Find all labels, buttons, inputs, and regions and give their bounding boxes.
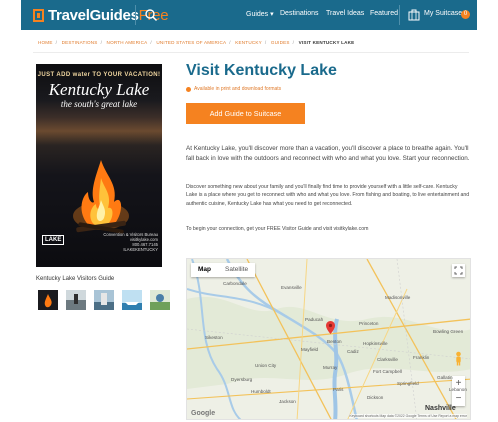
breadcrumb-kentucky[interactable]: KENTUCKY: [235, 40, 262, 45]
location-marker-icon[interactable]: [326, 321, 335, 334]
availability-text: Available in print and download formats: [194, 86, 282, 92]
nav-item-destinations[interactable]: Destinations: [280, 10, 319, 17]
map-tab-map[interactable]: Map: [191, 263, 218, 277]
description-paragraph-1: At Kentucky Lake, you'll discover more t…: [186, 145, 470, 162]
availability-dot-icon: [186, 86, 191, 92]
fullscreen-icon[interactable]: [452, 264, 465, 277]
google-logo: Google: [191, 410, 216, 417]
top-navigation-bar: TravelGuidesFree Guides ▾ Destinations T…: [21, 0, 477, 30]
map-place-label: Hopkinsville: [363, 341, 388, 346]
map-place-label: Sikeston: [205, 335, 223, 340]
cover-subtitle: the south's great lake: [60, 99, 138, 109]
gallery-thumbnail[interactable]: [150, 290, 170, 310]
cover-tagline: JUST ADD water TO YOUR VACATION!: [37, 72, 161, 78]
zoom-out-button[interactable]: −: [452, 391, 465, 406]
map-place-label: Dickson: [367, 395, 384, 400]
map-place-label: Nashville: [425, 405, 456, 412]
divider: [33, 52, 469, 53]
street-view-pegman-icon[interactable]: [453, 351, 464, 366]
map-place-label: Carbondale: [223, 281, 247, 286]
page-title: Visit Kentucky Lake: [186, 62, 337, 79]
suitcase-icon[interactable]: [408, 9, 420, 21]
map-place-label: Fort Campbell: [373, 369, 402, 374]
map-place-label: Franklin: [413, 355, 430, 360]
campfire-illustration: [73, 160, 129, 234]
map-place-label: Union City: [255, 363, 277, 368]
nav-item-travel-ideas[interactable]: Travel Ideas: [326, 10, 364, 17]
cover-info: Convention & Visitors Bureau visitkylake…: [103, 232, 158, 252]
map-place-label: Lebanon: [449, 387, 467, 392]
breadcrumb-north-america[interactable]: NORTH AMERICA: [107, 40, 148, 45]
nav-divider: [399, 5, 400, 25]
nav-item-featured[interactable]: Featured: [370, 10, 398, 17]
map-place-label: Jackson: [279, 399, 296, 404]
guide-caption: Kentucky Lake Visitors Guide: [36, 276, 115, 282]
location-map[interactable]: Map Satellite + − Carbondale Madisonvill…: [186, 258, 471, 420]
breadcrumb: HOME / DESTINATIONS / NORTH AMERICA / UNITE…: [38, 40, 355, 45]
map-place-label: Paducah: [305, 317, 324, 322]
search-icon[interactable]: [144, 8, 158, 22]
breadcrumb-usa[interactable]: UNITED STATES OF AMERICA: [156, 40, 226, 45]
map-place-label: Cadiz: [347, 349, 359, 354]
breadcrumb-guides[interactable]: GUIDES: [271, 40, 290, 45]
nav-item-guides[interactable]: Guides ▾: [246, 10, 274, 18]
map-place-label: Bowling Green: [433, 329, 464, 334]
gallery-thumbnail[interactable]: [94, 290, 114, 310]
nav-divider: [135, 5, 136, 25]
add-guide-to-suitcase-button[interactable]: Add Guide to Suitcase: [186, 103, 305, 124]
map-place-label: Madisonville: [385, 295, 411, 300]
map-legal-footer[interactable]: Keyboard shortcuts Map data ©2022 Google…: [349, 414, 467, 418]
map-place-label: Mayfield: [301, 347, 319, 352]
map-place-label: Springfield: [397, 381, 419, 386]
map-place-label: Benton: [327, 339, 342, 344]
breadcrumb-home[interactable]: HOME: [38, 40, 53, 45]
map-place-label: Princeton: [359, 321, 379, 326]
map-place-label: Paris: [333, 387, 344, 392]
cover-title: Kentucky Lake: [48, 80, 150, 99]
breadcrumb-current: VISIT KENTUCKY LAKE: [298, 40, 355, 45]
map-place-label: Evansville: [281, 285, 302, 290]
gallery-thumbnail[interactable]: [38, 290, 58, 310]
map-type-toggle: Map Satellite: [191, 263, 256, 277]
map-place-label: Humboldt: [251, 389, 271, 394]
logo-main-text: TravelGuides: [48, 6, 139, 24]
suitcase-count-badge: 0: [461, 10, 470, 19]
map-place-label: Murray: [323, 365, 338, 370]
map-place-label: Clarksville: [377, 357, 398, 362]
map-place-label: Gallatin: [437, 375, 453, 380]
nav-my-suitcase[interactable]: My Suitcase: [424, 10, 462, 17]
map-place-label: Dyersburg: [231, 377, 253, 382]
guide-cover-image[interactable]: JUST ADD water TO YOUR VACATION! Kentuck…: [36, 64, 162, 267]
cover-lake-badge: LAKE: [42, 235, 65, 245]
availability-note: Available in print and download formats: [186, 86, 281, 92]
logo-icon: [33, 8, 44, 22]
map-tab-satellite[interactable]: Satellite: [218, 263, 255, 277]
breadcrumb-destinations[interactable]: DESTINATIONS: [62, 40, 98, 45]
description-paragraph-3: To begin your connection, get your FREE …: [186, 226, 369, 232]
description-paragraph-2: Discover something new about your family…: [186, 184, 470, 207]
gallery-thumbnail[interactable]: [122, 290, 142, 310]
gallery-thumbnail[interactable]: [66, 290, 86, 310]
